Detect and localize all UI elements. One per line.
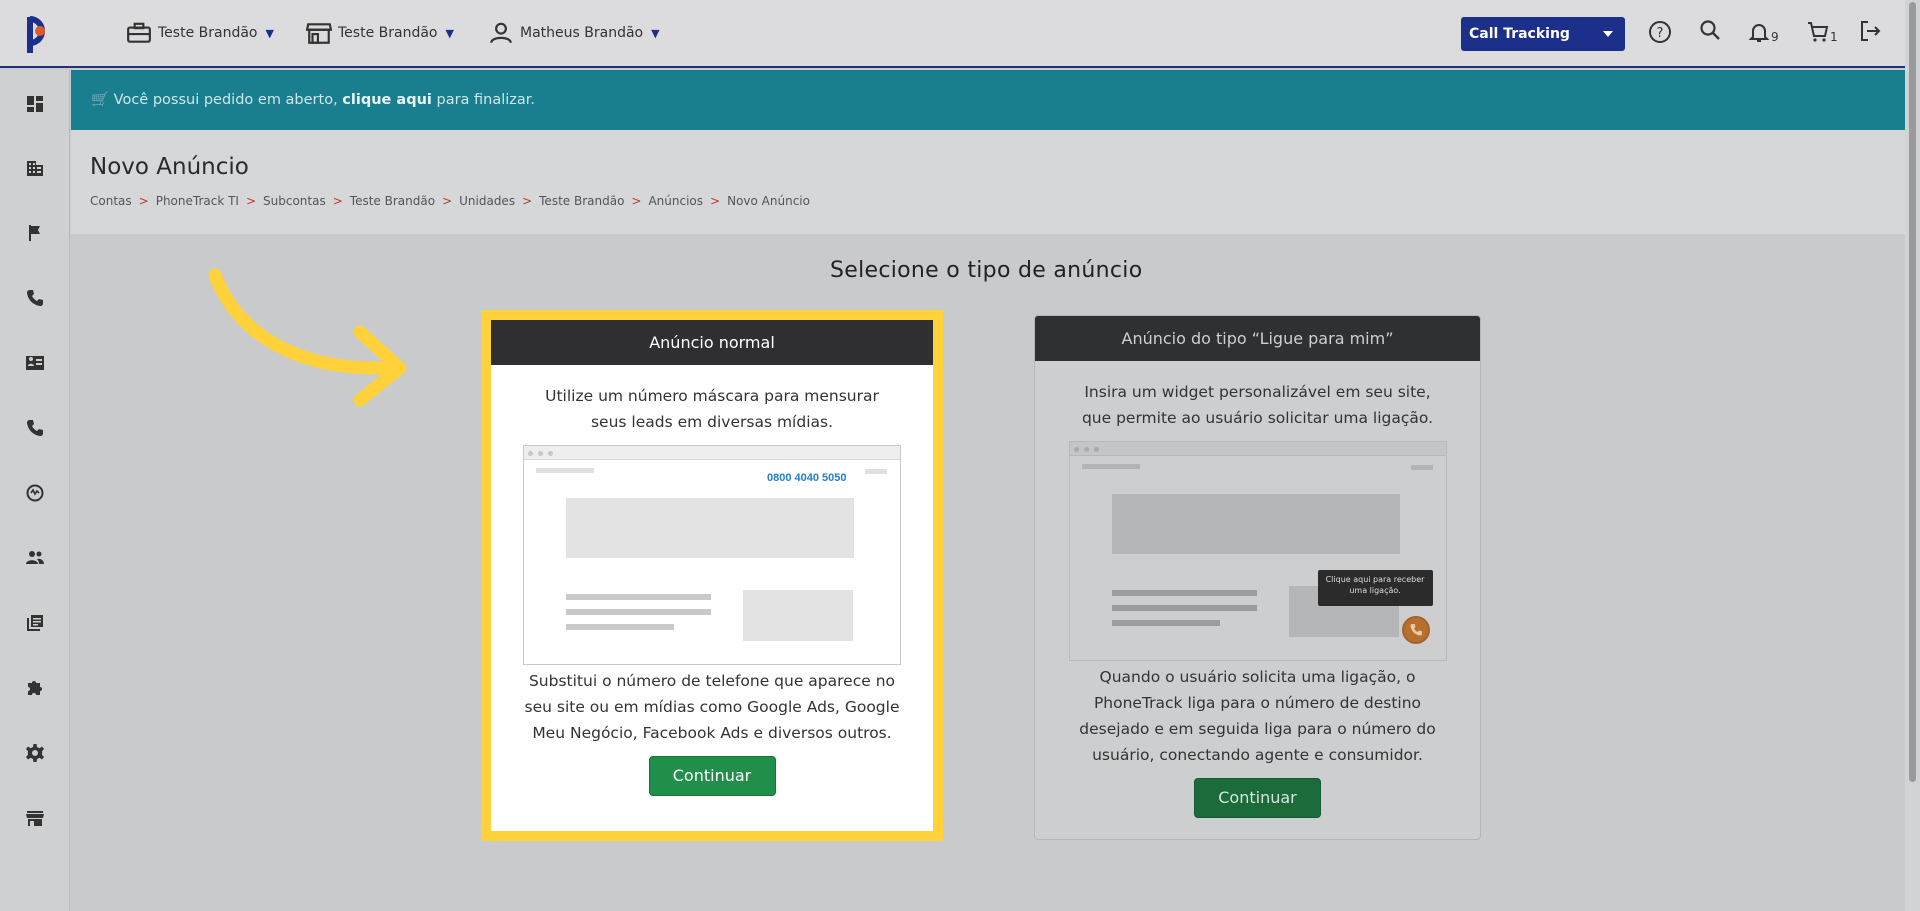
breadcrumb-separator: > [522,194,533,208]
user-icon [490,22,512,44]
user-menu-label: Matheus Brandão [520,25,644,41]
chevron-down-icon: ▼ [445,26,454,40]
breadcrumb-item[interactable]: Unidades [459,194,515,208]
people-icon[interactable] [25,548,45,568]
card-description: Utilize um número máscara para mensurar … [545,387,879,431]
cart-icon: 🛒 [91,92,110,108]
product-select[interactable]: Call Tracking [1461,17,1625,51]
mockup-phone-number: 0800 4040 5050 [767,472,847,484]
breadcrumb-separator: > [631,194,642,208]
breadcrumb-separator: > [442,194,453,208]
library-icon[interactable] [25,613,45,633]
banner-link[interactable]: clique aqui [342,92,432,108]
normal-ad-card[interactable]: Anúncio normal Utilize um número máscara… [481,310,943,841]
phone-icon [1401,616,1430,644]
cart-icon [1808,22,1829,42]
top-bar: Teste Brandão ▼ Teste Brandão ▼ Matheus … [0,0,1905,68]
phonetrack-logo[interactable] [22,13,58,55]
website-mockup-illustration: 0800 4040 5050 [523,445,901,665]
open-order-banner: 🛒 Você possui pedido em aberto, clique a… [71,70,1905,130]
flag-icon[interactable] [25,223,45,243]
scrollbar[interactable] [1905,0,1920,911]
breadcrumb-item[interactable]: Contas [90,194,132,208]
card-details: Substitui o número de telefone que apare… [524,672,900,742]
breadcrumb-separator: > [245,194,257,208]
breadcrumb-item[interactable]: Subcontas [263,194,326,208]
breadcrumb-separator: > [710,194,721,208]
svg-text:?: ? [1657,26,1664,41]
building-icon[interactable] [25,158,45,178]
widget-mockup-illustration: Clique aqui para receber uma ligação. [1068,441,1447,661]
help-icon: ? [1649,21,1671,43]
storefront-icon[interactable] [25,808,45,828]
arrow-annotation-icon [208,268,407,407]
user-menu[interactable]: Matheus Brandão ▼ [488,22,660,44]
product-select-value: Call Tracking [1469,26,1570,42]
notifications-button[interactable]: 9 [1747,20,1779,44]
breadcrumb-item[interactable]: PhoneTrack TI [156,194,239,208]
card-title: Anúncio do tipo “Ligue para mim” [1035,316,1480,361]
account-menu[interactable]: Teste Brandão ▼ [126,22,274,44]
settings-icon[interactable] [25,743,45,763]
phone-call-icon[interactable] [25,418,45,438]
page-header: Novo Anúncio Contas > PhoneTrack TI > Subc… [71,130,1905,234]
breadcrumb-current: Novo Anúncio [727,194,810,208]
bell-icon [1748,24,1770,42]
breadcrumb-item[interactable]: Teste Brandão [539,194,624,208]
breadcrumb-separator: > [332,194,343,208]
logout-button[interactable] [1858,19,1882,43]
card-title: Anúncio normal [491,320,933,365]
cart-count: 1 [1830,30,1838,44]
notifications-count: 9 [1771,30,1779,44]
widget-tooltip: Clique aqui para receber uma ligação. [1317,570,1433,606]
banner-suffix: para finalizar. [436,92,536,108]
breadcrumb-separator: > [138,194,149,208]
speed-icon[interactable] [25,483,45,503]
chevron-down-icon: ▼ [651,26,660,40]
search-button[interactable] [1698,18,1722,42]
breadcrumb: Contas > PhoneTrack TI > Subcontas > Teste … [90,194,810,208]
store-icon [306,23,332,44]
search-icon [1700,20,1720,40]
breadcrumb-item[interactable]: Teste Brandão [350,194,435,208]
breadcrumb-item[interactable]: Anúncios [648,194,703,208]
banner-text: Você possui pedido em aberto, [113,92,338,108]
section-title: Selecione o tipo de anúncio [830,258,1143,283]
help-button[interactable]: ? [1648,20,1672,44]
puzzle-icon[interactable] [25,678,45,698]
call-me-ad-card[interactable]: Anúncio do tipo “Ligue para mim” Insira … [1034,315,1481,840]
briefcase-icon [127,22,151,43]
account-menu-label: Teste Brandão [158,25,258,41]
caret-down-icon [1603,31,1613,37]
dashboard-icon[interactable] [25,94,45,114]
chevron-down-icon: ▼ [265,26,274,40]
page-title: Novo Anúncio [90,154,249,180]
logout-icon [1861,21,1881,41]
continue-button[interactable]: Continuar [1194,778,1321,818]
phone-icon[interactable] [25,288,45,308]
sidebar [0,70,70,911]
cart-button[interactable]: 1 [1806,20,1838,44]
continue-button[interactable]: Continuar [648,756,776,796]
contact-card-icon[interactable] [25,353,45,373]
card-description: Insira um widget personalizável em seu s… [1081,383,1434,427]
subaccount-menu[interactable]: Teste Brandão ▼ [306,22,454,44]
scrollbar-thumb[interactable] [1909,2,1916,782]
subaccount-menu-label: Teste Brandão [338,25,438,41]
card-details: Quando o usuário solicita uma ligação, o… [1079,668,1436,764]
